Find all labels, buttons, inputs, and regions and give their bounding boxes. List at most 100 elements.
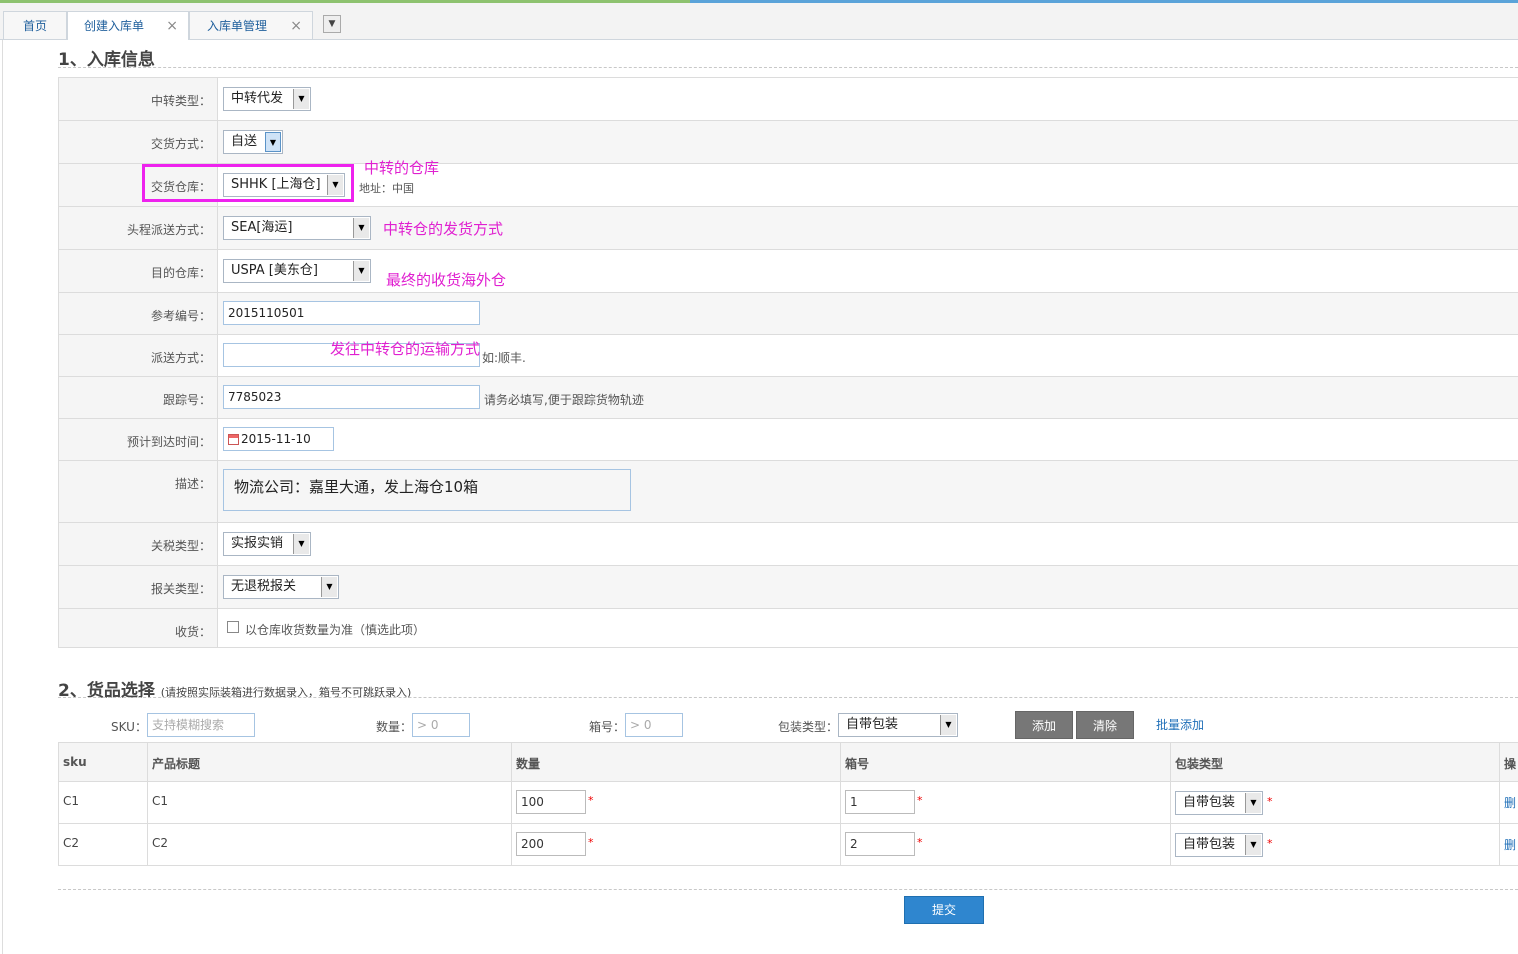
select-value: USPA [美东仓] [231,263,318,278]
tab-create-inbound[interactable]: 创建入库单 × [67,11,189,40]
chevron-down-icon: ▼ [1245,835,1261,855]
required-star: * [917,794,923,807]
dispatch-hint: 如:顺丰. [482,351,526,365]
tab-home[interactable]: 首页 [3,11,67,39]
box-cell-input[interactable]: 1 [845,790,915,814]
col-header-op: 操 [1504,757,1517,771]
transfer-type-select[interactable]: 中转代发 ▼ [223,87,311,111]
chevron-down-icon: ▼ [353,261,369,281]
field-label: 收货： [174,625,211,639]
delivery-method-select[interactable]: 自送 ▼ [223,130,283,154]
col-header-pack: 包装类型 [1175,757,1224,771]
qty-cell-input[interactable]: 200 [516,832,586,856]
pack-cell-select[interactable]: 自带包装 ▼ [1175,833,1263,857]
box-input[interactable]: > 0 [625,713,683,737]
select-value: 自带包装 [1183,837,1236,852]
select-value: 无退税报关 [231,579,297,594]
select-value: 自带包装 [1183,795,1236,810]
field-label: 交货方式： [150,137,211,151]
clear-button[interactable]: 清除 [1076,711,1134,739]
chevron-down-icon: ▼ [293,534,309,554]
col-header-box: 箱号 [845,757,870,771]
eta-date-input[interactable]: 2015-11-10 [223,427,334,451]
inbound-form: 中转类型： 中转代发 ▼ 交货方式： 自送 ▼ 交货仓库： SHHK [上海仓]… [58,77,1518,648]
form-row-description: 描述： 物流公司：嘉里大通，发上海仓10箱 [59,461,1518,523]
select-value: 自带包装 [846,717,899,732]
divider [58,67,1518,68]
chevron-down-icon: ▼ [353,218,369,238]
batch-add-link[interactable]: 批量添加 [1156,716,1204,733]
form-row-dispatch-method: 派送方式： 如:顺丰. [59,335,1518,377]
table-row: C2 C2 200 * 2 * 自带包装 ▼ * 删 [59,824,1518,866]
first-leg-select[interactable]: SEA[海运] ▼ [223,216,371,240]
chevron-down-icon: ▼ [940,715,956,735]
delete-link[interactable]: 删 [1504,836,1516,853]
tab-home-label: 首页 [22,19,47,33]
warehouse-address: 地址：中国 [359,182,414,195]
add-button[interactable]: 添加 [1015,711,1073,739]
tax-type-select[interactable]: 实报实销 ▼ [223,532,311,556]
form-row-dest-warehouse: 目的仓库： USPA [美东仓] ▼ [59,250,1518,293]
cell-sku: C2 [63,836,80,850]
dest-warehouse-select[interactable]: USPA [美东仓] ▼ [223,259,371,283]
ref-no-input[interactable]: 2015110501 [223,301,480,325]
close-icon[interactable]: × [290,12,302,40]
annotation-final-warehouse: 最终的收货海外仓 [386,271,507,289]
qty-input[interactable]: > 0 [412,713,470,737]
receipt-option-label: 以仓库收货数量为准（慎选此项） [245,623,426,637]
box-filter-label: 箱号： [589,720,626,734]
delete-link[interactable]: 删 [1504,794,1516,811]
form-row-tracking-no: 跟踪号： 7785023 请务必填写,便于跟踪货物轨迹 [59,377,1518,419]
pack-cell-select[interactable]: 自带包装 ▼ [1175,791,1263,815]
required-star: * [588,794,594,807]
tab-bar: 首页 创建入库单 × 入库单管理 × ▼ [0,3,1518,40]
pack-type-select[interactable]: 自带包装 ▼ [838,713,958,737]
tab-inbound-manage[interactable]: 入库单管理 × [189,11,313,39]
qty-cell-input[interactable]: 100 [516,790,586,814]
annotation-transfer-warehouse: 中转的仓库 [364,159,440,177]
chevron-down-icon[interactable]: ▼ [323,15,341,33]
annotation-transfer-shipping: 中转仓的发货方式 [383,220,504,238]
field-label: 头程派送方式： [126,223,211,237]
field-label: 预计到达时间： [126,435,211,449]
field-label: 参考编号： [150,309,211,323]
eta-value: 2015-11-10 [241,432,311,446]
tracking-hint: 请务必填写,便于跟踪货物轨迹 [484,393,644,407]
required-star: * [917,836,923,849]
form-row-ref-no: 参考编号： 2015110501 [59,293,1518,335]
form-row-receipt: 收货： 以仓库收货数量为准（慎选此项） [59,609,1518,647]
tracking-no-input[interactable]: 7785023 [223,385,480,409]
form-row-customs-type: 报关类型： 无退税报关 ▼ [59,566,1518,609]
form-row-first-leg: 头程派送方式： SEA[海运] ▼ [59,207,1518,250]
field-label: 中转类型： [150,94,211,108]
description-textarea[interactable]: 物流公司：嘉里大通，发上海仓10箱 [223,469,631,511]
field-label: 描述： [174,477,211,491]
chevron-down-icon: ▼ [293,89,309,109]
field-label: 报关类型： [150,582,211,596]
select-value: 实报实销 [231,536,284,551]
submit-button[interactable]: 提交 [904,896,984,924]
left-border [2,40,3,954]
select-value: 中转代发 [231,91,284,106]
col-header-qty: 数量 [516,757,541,771]
pack-filter-label: 包装类型： [778,720,839,734]
box-cell-input[interactable]: 2 [845,832,915,856]
chevron-down-icon: ▼ [265,132,281,152]
select-value: 自送 [231,134,258,149]
qty-filter-label: 数量： [376,720,413,734]
required-star: * [1267,837,1273,850]
sku-filter-label: SKU： [111,720,147,734]
form-row-eta: 预计到达时间： 2015-11-10 [59,419,1518,461]
customs-type-select[interactable]: 无退税报关 ▼ [223,575,339,599]
goods-table: sku 产品标题 数量 箱号 包装类型 操 C1 C1 100 * 1 * 自带… [58,742,1518,866]
form-row-tax-type: 关税类型： 实报实销 ▼ [59,523,1518,566]
field-label: 派送方式： [150,351,211,365]
calendar-icon[interactable] [228,434,239,445]
receipt-checkbox[interactable] [227,621,239,633]
highlight-box [142,164,354,202]
close-icon[interactable]: × [166,12,178,40]
required-star: * [588,836,594,849]
sku-search-input[interactable]: 支持模糊搜索 [147,713,255,737]
cell-title: C1 [152,794,169,808]
chevron-down-icon: ▼ [1245,793,1261,813]
